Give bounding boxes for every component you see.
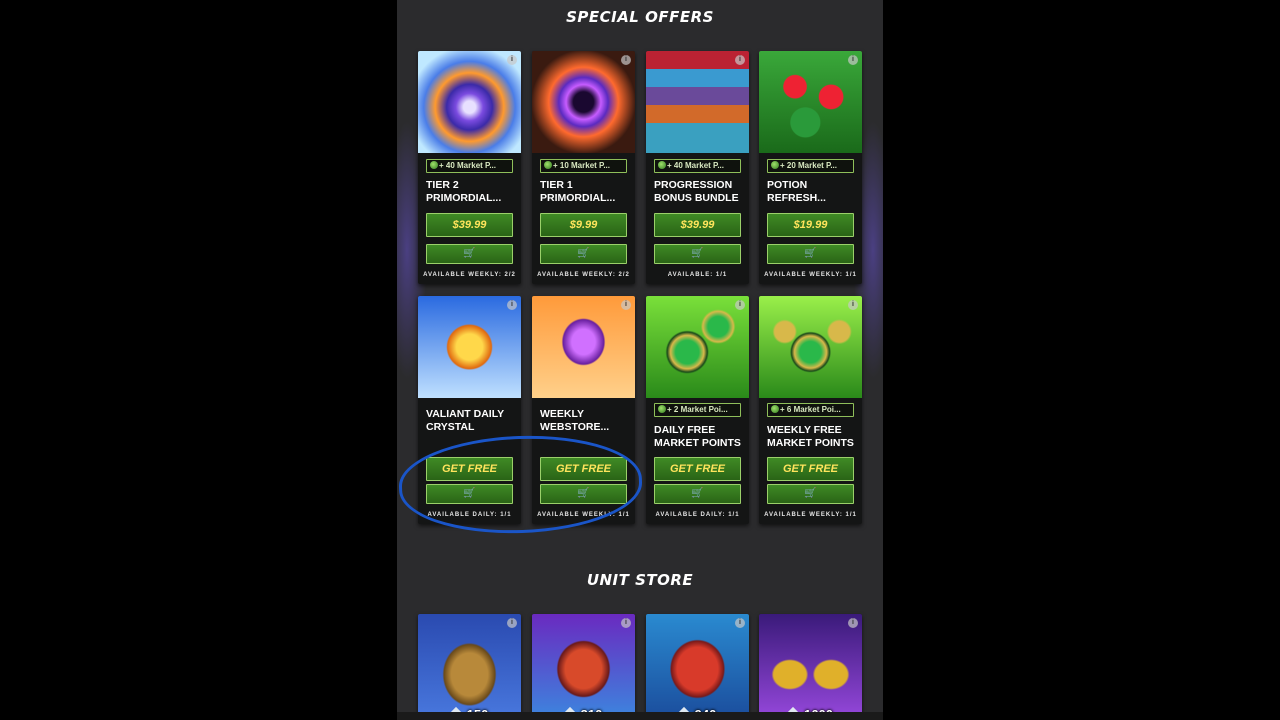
offer-name: WEEKLY FREE MARKET POINTS <box>767 424 854 449</box>
offer-name: TIER 2 PRIMORDIAL... <box>426 179 502 204</box>
info-icon[interactable]: i <box>507 55 517 65</box>
market-points-badge: + 6 Market Poi... <box>767 403 854 417</box>
unit-art-wallet: i 150 <box>418 614 521 720</box>
add-to-cart-button[interactable]: 🛒 <box>540 244 627 264</box>
unit-pack-card[interactable]: i 940 <box>646 614 749 720</box>
get-free-button[interactable]: GET FREE <box>426 457 513 481</box>
add-to-cart-button[interactable]: 🛒 <box>540 484 627 504</box>
get-free-button[interactable]: GET FREE <box>540 457 627 481</box>
offer-name: POTION REFRESH... <box>767 179 826 204</box>
unit-store-title: UNIT STORE <box>586 571 694 589</box>
add-to-cart-button[interactable]: 🛒 <box>654 244 741 264</box>
offer-card-weekly-free-market-points[interactable]: i + 6 Market Poi... WEEKLY FREE MARKET P… <box>759 296 862 524</box>
availability-label: AVAILABLE DAILY: 1/1 <box>655 512 740 518</box>
info-icon[interactable]: i <box>735 300 745 310</box>
market-point-coin-icon <box>658 161 666 169</box>
unit-art-statues: i 1600 <box>759 614 862 720</box>
offer-card-valiant-daily-crystal[interactable]: i VALIANT DAILY CRYSTAL GET FREE 🛒 AVAIL… <box>418 296 521 524</box>
market-points-badge: + 2 Market Poi... <box>654 403 741 417</box>
market-points-badge: + 40 Market P... <box>654 159 741 173</box>
offer-card-potion-refresh[interactable]: i + 20 Market P... POTION REFRESH... $19… <box>759 51 862 284</box>
market-point-coin-icon <box>544 161 552 169</box>
info-icon[interactable]: i <box>507 618 517 628</box>
get-free-button[interactable]: GET FREE <box>767 457 854 481</box>
availability-label: AVAILABLE WEEKLY: 1/1 <box>764 272 857 278</box>
buy-price-button[interactable]: $39.99 <box>654 213 741 237</box>
special-offers-title: SPECIAL OFFERS <box>566 8 714 26</box>
add-to-cart-button[interactable]: 🛒 <box>654 484 741 504</box>
offer-card-tier1-primordial[interactable]: i + 10 Market P... TIER 1 PRIMORDIAL... … <box>532 51 635 284</box>
market-points-badge: + 20 Market P... <box>767 159 854 173</box>
unit-pack-card[interactable]: i 150 <box>418 614 521 720</box>
unit-art-chest: i 940 <box>646 614 749 720</box>
offer-name: WEEKLY WEBSTORE... <box>540 408 610 433</box>
offer-art-purple-crystal: i <box>532 296 635 398</box>
shopping-cart-icon: 🛒 <box>804 488 817 499</box>
info-icon[interactable]: i <box>735 55 745 65</box>
offer-art-champions: i <box>646 51 749 153</box>
market-points-badge: + 40 Market P... <box>426 159 513 173</box>
info-icon[interactable]: i <box>507 300 517 310</box>
shopping-cart-icon: 🛒 <box>577 248 590 259</box>
market-point-coin-icon <box>771 405 779 413</box>
info-icon[interactable]: i <box>848 300 858 310</box>
offer-name: PROGRESSION BONUS BUNDLE <box>654 179 739 204</box>
add-to-cart-button[interactable]: 🛒 <box>426 244 513 264</box>
offer-art-potions: i <box>759 51 862 153</box>
shopping-cart-icon: 🛒 <box>463 488 476 499</box>
offer-card-progression-bonus[interactable]: i + 40 Market P... PROGRESSION BONUS BUN… <box>646 51 749 284</box>
market-point-coin-icon <box>771 161 779 169</box>
shopping-cart-icon: 🛒 <box>463 248 476 259</box>
unit-pack-card[interactable]: i 1600 <box>759 614 862 720</box>
offer-card-weekly-webstore[interactable]: i WEEKLY WEBSTORE... GET FREE 🛒 AVAILABL… <box>532 296 635 524</box>
webstore-panel: SPECIAL OFFERS i + 40 Market P... TIER 2… <box>397 0 883 720</box>
get-free-button[interactable]: GET FREE <box>654 457 741 481</box>
buy-price-button[interactable]: $9.99 <box>540 213 627 237</box>
buy-price-button[interactable]: $19.99 <box>767 213 854 237</box>
offer-art-galaxy: i <box>418 51 521 153</box>
offer-card-tier2-primordial[interactable]: i + 40 Market P... TIER 2 PRIMORDIAL... … <box>418 51 521 284</box>
info-icon[interactable]: i <box>621 300 631 310</box>
info-icon[interactable]: i <box>848 618 858 628</box>
shopping-cart-icon: 🛒 <box>691 488 704 499</box>
availability-label: AVAILABLE WEEKLY: 2/2 <box>423 272 516 278</box>
info-icon[interactable]: i <box>621 618 631 628</box>
shopping-cart-icon: 🛒 <box>577 488 590 499</box>
market-points-badge: + 10 Market P... <box>540 159 627 173</box>
offer-name: TIER 1 PRIMORDIAL... <box>540 179 616 204</box>
shopping-cart-icon: 🛒 <box>804 248 817 259</box>
availability-label: AVAILABLE WEEKLY: 2/2 <box>537 272 630 278</box>
info-icon[interactable]: i <box>848 55 858 65</box>
offer-art-market-coins: i <box>646 296 749 398</box>
market-point-coin-icon <box>430 161 438 169</box>
offer-art-market-coins: i <box>759 296 862 398</box>
bottom-bar <box>397 712 883 720</box>
offer-art-gold-crystal: i <box>418 296 521 398</box>
offer-name: DAILY FREE MARKET POINTS <box>654 424 741 449</box>
buy-price-button[interactable]: $39.99 <box>426 213 513 237</box>
offer-name: VALIANT DAILY CRYSTAL <box>426 408 504 433</box>
availability-label: AVAILABLE DAILY: 1/1 <box>427 512 512 518</box>
unit-pack-card[interactable]: i 310 <box>532 614 635 720</box>
info-icon[interactable]: i <box>735 618 745 628</box>
add-to-cart-button[interactable]: 🛒 <box>767 484 854 504</box>
offer-art-nebula: i <box>532 51 635 153</box>
info-icon[interactable]: i <box>621 55 631 65</box>
shopping-cart-icon: 🛒 <box>691 248 704 259</box>
add-to-cart-button[interactable]: 🛒 <box>426 484 513 504</box>
availability-label: AVAILABLE: 1/1 <box>667 272 728 278</box>
availability-label: AVAILABLE WEEKLY: 1/1 <box>537 512 630 518</box>
offer-card-daily-free-market-points[interactable]: i + 2 Market Poi... DAILY FREE MARKET PO… <box>646 296 749 524</box>
market-point-coin-icon <box>658 405 666 413</box>
availability-label: AVAILABLE WEEKLY: 1/1 <box>764 512 857 518</box>
unit-art-bag: i 310 <box>532 614 635 720</box>
add-to-cart-button[interactable]: 🛒 <box>767 244 854 264</box>
